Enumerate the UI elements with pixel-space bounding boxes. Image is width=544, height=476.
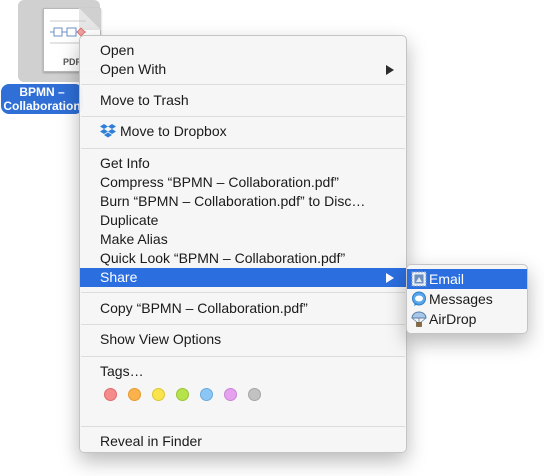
menu-item-label: Show View Options (100, 331, 222, 347)
tag-blue[interactable] (200, 388, 213, 401)
menu-separator (81, 292, 405, 293)
menu-separator (81, 356, 405, 357)
menu-item-show-view-options[interactable]: Show View Options (80, 330, 406, 349)
menu-item-copy[interactable]: Copy “BPMN – Collaboration.pdf” (80, 299, 406, 318)
menu-item-quick-look[interactable]: Quick Look “BPMN – Collaboration.pdf” (80, 249, 406, 268)
menu-item-burn[interactable]: Burn “BPMN – Collaboration.pdf” to Disc… (80, 192, 406, 211)
menu-item-move-to-trash[interactable]: Move to Trash (80, 91, 406, 110)
file-name-line-2: Collaboration (3, 99, 81, 113)
menu-item-label: Tags… (100, 363, 144, 379)
menu-item-make-alias[interactable]: Make Alias (80, 230, 406, 249)
dropbox-icon (100, 124, 116, 138)
submenu-arrow-icon (386, 65, 394, 75)
menu-item-label: Move to Dropbox (120, 123, 227, 139)
menu-separator (81, 324, 405, 325)
menu-separator (81, 148, 405, 149)
share-item-label: AirDrop (429, 311, 477, 327)
share-item-label: Messages (429, 291, 493, 307)
menu-item-tags[interactable]: Tags… (80, 362, 406, 381)
tag-red[interactable] (104, 388, 117, 401)
menu-separator (81, 116, 405, 117)
menu-separator (81, 426, 405, 427)
menu-item-label: Make Alias (100, 231, 168, 247)
tag-green[interactable] (176, 388, 189, 401)
mail-stamp-icon (411, 271, 427, 287)
menu-item-label: Reveal in Finder (100, 433, 202, 449)
menu-item-open-with[interactable]: Open With (80, 60, 406, 79)
share-item-airdrop[interactable]: AirDrop (407, 309, 527, 329)
menu-item-label: Duplicate (100, 212, 159, 228)
menu-item-open[interactable]: Open (80, 41, 406, 60)
menu-item-label: Get Info (100, 155, 150, 171)
menu-separator (81, 84, 405, 85)
context-menu: Open Open With Move to Trash Move to Dro… (79, 35, 407, 453)
share-submenu: Email Messages AirDrop (406, 264, 528, 334)
share-item-messages[interactable]: Messages (407, 289, 527, 309)
menu-item-label: Burn “BPMN – Collaboration.pdf” to Disc… (100, 193, 366, 209)
tag-gray[interactable] (248, 388, 261, 401)
parachute-icon (411, 311, 427, 327)
menu-item-label: Copy “BPMN – Collaboration.pdf” (100, 300, 308, 316)
share-item-email[interactable]: Email (407, 269, 527, 289)
file-name-label[interactable]: BPMN – Collaboration (1, 84, 83, 114)
menu-item-label: Share (100, 269, 138, 285)
tag-purple[interactable] (224, 388, 237, 401)
tag-orange[interactable] (128, 388, 141, 401)
submenu-arrow-icon (386, 273, 394, 283)
menu-item-label: Quick Look “BPMN – Collaboration.pdf” (100, 250, 346, 266)
menu-item-duplicate[interactable]: Duplicate (80, 211, 406, 230)
speech-bubble-icon (412, 291, 426, 306)
menu-item-compress[interactable]: Compress “BPMN – Collaboration.pdf” (80, 173, 406, 192)
menu-item-label: Move to Trash (100, 92, 189, 108)
menu-item-move-to-dropbox[interactable]: Move to Dropbox (80, 122, 406, 141)
menu-item-label: Open With (100, 61, 167, 77)
tag-yellow[interactable] (152, 388, 165, 401)
share-item-label: Email (429, 271, 465, 287)
file-name-line-1: BPMN – (19, 85, 65, 99)
menu-item-label: Open (100, 42, 135, 58)
menu-item-share[interactable]: Share (80, 268, 406, 287)
menu-item-label: Compress “BPMN – Collaboration.pdf” (100, 174, 339, 190)
menu-item-reveal-in-finder[interactable]: Reveal in Finder (80, 432, 406, 451)
menu-item-get-info[interactable]: Get Info (80, 154, 406, 173)
